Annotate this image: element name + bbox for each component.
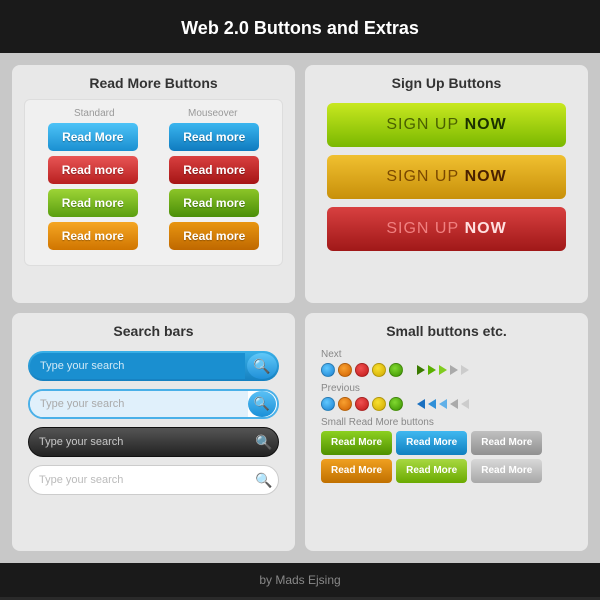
page-footer: by Mads Ejsing [0,563,600,597]
arrow-left-gray[interactable] [450,399,458,409]
read-more-panel: Read More Buttons Standard Mouseover Rea… [12,65,295,303]
small-rm-row-2: Read More Read More Read More [321,459,572,483]
search-btn-dark[interactable]: 🔍 [250,434,278,451]
read-more-inner: Standard Mouseover Read More Read more R… [24,99,283,266]
col-standard: Standard [49,108,139,119]
small-rm-label: Small Read More buttons [321,417,572,428]
signup-red-btn[interactable]: SIGN UP NOW [327,207,566,251]
signup-red-now: NOW [465,220,507,238]
signup-inner: SIGN UP NOW SIGN UP NOW SIGN UP NOW [317,99,576,255]
search-input-plain[interactable] [29,466,250,494]
next-label: Next [321,349,572,360]
signup-green-btn[interactable]: SIGN UP NOW [327,103,566,147]
rm-blue-hover[interactable]: Read more [169,123,259,151]
signup-green-label: SIGN UP [386,116,464,134]
read-more-title: Read More Buttons [24,75,283,91]
small-rm-lt-green[interactable]: Read More [396,459,467,483]
page-title: Web 2.0 Buttons and Extras [181,18,419,38]
rm-row-1: Read More Read more [35,123,272,151]
search-title: Search bars [24,323,283,339]
small-rm-green[interactable]: Read More [321,431,392,455]
signup-green-now: NOW [465,116,507,134]
search-bar-plain: 🔍 [28,465,279,495]
arrow-lt-green[interactable] [439,365,447,375]
rm-row-3: Read more Read more [35,189,272,217]
signup-panel: Sign Up Buttons SIGN UP NOW SIGN UP NOW … [305,65,588,303]
signup-title: Sign Up Buttons [317,75,576,91]
small-rm-lt-gray[interactable]: Read More [471,459,542,483]
rm-green-hover[interactable]: Read more [169,189,259,217]
main-grid: Read More Buttons Standard Mouseover Rea… [0,53,600,563]
page-header: Web 2.0 Buttons and Extras [0,0,600,53]
search-input-blue-dark[interactable] [30,353,245,379]
small-buttons-panel: Small buttons etc. Next Previous [305,313,588,551]
search-btn-light[interactable]: 🔍 [248,391,276,417]
search-bar-blue-dark: 🔍 [28,351,279,381]
search-btn-blue-dark[interactable]: 🔍 [247,353,277,379]
rm-red-hover[interactable]: Read more [169,156,259,184]
search-btn-plain[interactable]: 🔍 [250,472,278,489]
dot-green-prev[interactable] [389,397,403,411]
search-input-dark[interactable] [29,428,250,456]
arrow-left-lt-gray[interactable] [461,399,469,409]
search-panel: Search bars 🔍 🔍 🔍 🔍 [12,313,295,551]
dot-blue-prev[interactable] [321,397,335,411]
dot-blue-next[interactable] [321,363,335,377]
footer-text: by Mads Ejsing [259,573,340,587]
search-inner: 🔍 🔍 🔍 🔍 [24,347,283,499]
arrow-gray-next[interactable] [450,365,458,375]
arrow-dk-green[interactable] [417,365,425,375]
small-inner: Next Previous [317,347,576,489]
rm-red-standard[interactable]: Read more [48,156,138,184]
arrow-left-lt[interactable] [439,399,447,409]
signup-yellow-label: SIGN UP [386,168,464,186]
dot-orange-prev[interactable] [338,397,352,411]
dot-red-prev[interactable] [355,397,369,411]
arrow-lt-gray-next[interactable] [461,365,469,375]
search-input-light[interactable] [30,391,248,417]
col-mouseover: Mouseover [168,108,258,119]
small-rm-orange[interactable]: Read More [321,459,392,483]
next-dots-row [321,363,572,377]
rm-green-standard[interactable]: Read more [48,189,138,217]
rm-blue-standard[interactable]: Read More [48,123,138,151]
dot-green-next[interactable] [389,363,403,377]
dot-yellow-next[interactable] [372,363,386,377]
rm-row-2: Read more Read more [35,156,272,184]
search-bar-dark: 🔍 [28,427,279,457]
rm-row-4: Read more Read more [35,222,272,250]
arrow-left-blue[interactable] [417,399,425,409]
search-bar-light: 🔍 [28,389,279,419]
small-buttons-title: Small buttons etc. [317,323,576,339]
rm-column-headers: Standard Mouseover [35,108,272,119]
signup-yellow-now: NOW [465,168,507,186]
dot-orange-next[interactable] [338,363,352,377]
previous-label: Previous [321,383,572,394]
previous-dots-row [321,397,572,411]
small-rm-gray[interactable]: Read More [471,431,542,455]
rm-orange-standard[interactable]: Read more [48,222,138,250]
rm-orange-hover[interactable]: Read more [169,222,259,250]
signup-red-label: SIGN UP [386,220,464,238]
dot-yellow-prev[interactable] [372,397,386,411]
signup-yellow-btn[interactable]: SIGN UP NOW [327,155,566,199]
small-rm-blue[interactable]: Read More [396,431,467,455]
arrow-left-blue2[interactable] [428,399,436,409]
arrow-green[interactable] [428,365,436,375]
dot-red-next[interactable] [355,363,369,377]
small-rm-row-1: Read More Read More Read More [321,431,572,455]
